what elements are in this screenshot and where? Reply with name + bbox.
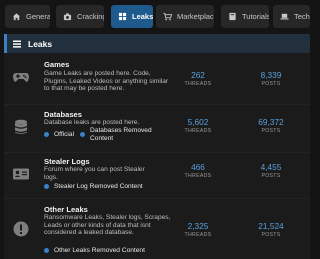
subforum-dot [44, 248, 49, 253]
subforum-link[interactable]: Official [54, 131, 74, 138]
home-icon [12, 12, 21, 21]
posts-value: 4,455 [260, 162, 282, 172]
alert-icon [12, 220, 30, 238]
thread-count: 262 THREADS [168, 70, 228, 87]
forum-category-tabs: General Cracking Leaks Marketplace Tutor… [0, 5, 310, 28]
tab-leaks[interactable]: Leaks [111, 5, 153, 28]
subforum-link[interactable]: Stealer Log Removed Content [54, 183, 143, 190]
tab-label: Leaks [132, 12, 153, 21]
threads-value: 2,325 [187, 221, 209, 231]
threads-value: 5,602 [187, 117, 209, 127]
section-title: Leaks [28, 38, 53, 49]
tab-label: Tutorials [242, 12, 269, 21]
posts-label: POSTS [261, 128, 281, 134]
tab-label: Cracking [77, 12, 104, 21]
forum-title[interactable]: Games [44, 60, 69, 69]
threads-label: THREADS [184, 128, 212, 134]
subforum-list: Other Leaks Removed Content [44, 247, 151, 254]
tab-general[interactable]: General [5, 5, 50, 28]
tab-label: Tech [294, 12, 310, 21]
thread-count: 466 THREADS [168, 162, 228, 179]
tab-marketplace[interactable]: Marketplace [156, 5, 214, 28]
forum-row-other-leaks[interactable]: Other Leaks Ransomware Leaks, Stealer lo… [4, 199, 310, 259]
threads-value: 466 [191, 162, 205, 172]
forum-row-databases[interactable]: Databases Database leaks are posted here… [4, 105, 310, 153]
posts-label: POSTS [261, 173, 281, 179]
post-count: 21,524 POSTS [241, 221, 301, 238]
threads-label: THREADS [184, 232, 212, 238]
posts-value: 21,524 [258, 221, 284, 231]
forum-title[interactable]: Stealer Logs [44, 157, 90, 166]
forum-description: Game Leaks are posted here. Code, Plugin… [44, 70, 169, 93]
forum-title[interactable]: Other Leaks [44, 205, 88, 214]
posts-value: 69,372 [258, 117, 284, 127]
posts-value: 8,339 [260, 70, 282, 80]
thread-count: 2,325 THREADS [168, 221, 228, 238]
grid-icon [118, 12, 127, 21]
threads-value: 262 [191, 70, 205, 80]
subforum-dot [44, 132, 49, 138]
subforum-dot [44, 184, 49, 189]
gamepad-icon [12, 68, 30, 86]
database-icon [12, 118, 30, 136]
forum-row-stealer-logs[interactable]: Stealer Logs Forum where you can post St… [4, 153, 310, 199]
post-count: 8,339 POSTS [241, 70, 301, 87]
forum-description: Forum where you can post Stealer logs. [44, 166, 145, 181]
cart-icon [163, 12, 172, 21]
subforum-link[interactable]: Databases Removed Content [90, 127, 170, 142]
post-count: 4,455 POSTS [241, 162, 301, 179]
book-icon [228, 12, 237, 21]
tab-cracking[interactable]: Cracking [56, 5, 104, 28]
laptop-icon [280, 12, 289, 21]
threads-label: THREADS [184, 81, 212, 87]
id-card-icon [12, 165, 30, 183]
post-count: 69,372 POSTS [241, 117, 301, 134]
subforum-list: Stealer Log Removed Content [44, 183, 149, 190]
subforum-dot [80, 132, 86, 138]
forum-description: Ransomware Leaks, Stealer logs, Scrapes,… [44, 214, 171, 237]
thread-count: 5,602 THREADS [168, 117, 228, 134]
tab-label: Marketplace [177, 12, 214, 21]
camera-icon [63, 12, 72, 21]
subforum-list: Official Databases Removed Content [44, 127, 176, 142]
threads-label: THREADS [184, 173, 212, 179]
tab-tech[interactable]: Tech [273, 5, 310, 28]
posts-label: POSTS [261, 81, 281, 87]
grid-icon [12, 39, 22, 49]
forum-title[interactable]: Databases [44, 110, 82, 119]
subforum-link[interactable]: Other Leaks Removed Content [54, 247, 145, 254]
tab-label: General [26, 12, 50, 21]
tab-tutorials[interactable]: Tutorials [221, 5, 269, 28]
posts-label: POSTS [261, 232, 281, 238]
section-header[interactable]: Leaks [4, 34, 310, 53]
forum-row-games[interactable]: Games Game Leaks are posted here. Code, … [4, 53, 310, 105]
forum-description: Database leaks are posted here. [44, 119, 140, 126]
forum-section: Leaks Games Game Leaks are posted here. … [4, 34, 310, 259]
